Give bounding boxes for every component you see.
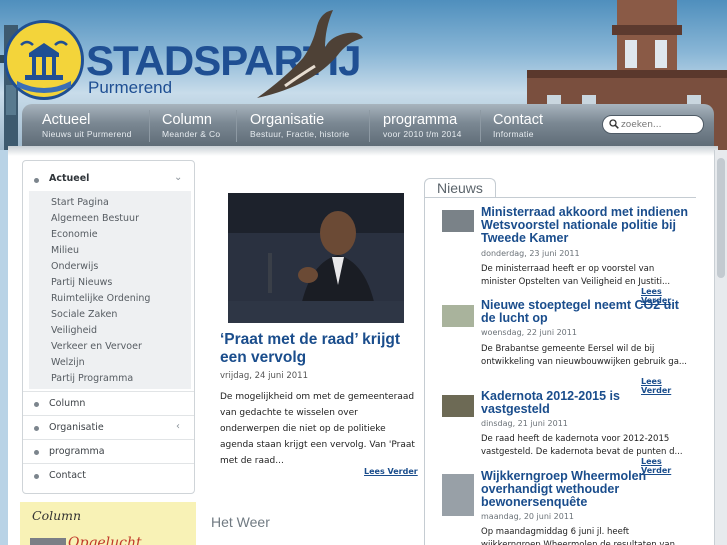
submenu-item-onderwijs[interactable]: Onderwijs [51,261,98,272]
column-thumbnail [30,538,66,545]
news-date: dinsdag, 21 juni 2011 [481,419,568,428]
submenu-item-partij-programma[interactable]: Partij Programma [51,373,133,384]
news-date: maandag, 20 juni 2011 [481,512,575,521]
page-scrollbar[interactable] [714,150,727,545]
nav-divider [149,110,150,142]
nav-sublabel: Nieuws uit Purmerend [42,129,132,139]
speaker-photo-image [228,193,404,323]
chevron-down-icon: ⌄ [174,172,183,183]
news-thumbnail[interactable] [442,305,474,327]
news-title[interactable]: Ministerraad akkoord met indienen Wetsvo… [481,206,691,245]
sidebar-item-label: Column [49,398,86,409]
logo-emblem-icon [10,26,78,94]
sidebar-menu: Actueel ⌄ Start Pagina Algemeen Bestuur … [22,160,195,494]
submenu-item-verkeer-en-vervoer[interactable]: Verkeer en Vervoer [51,341,142,352]
news-title[interactable]: Wijkkerngroep Wheermolen overhandigt wet… [481,470,691,509]
sidebar-item-column[interactable]: Column [23,391,194,415]
news-date: donderdag, 23 juni 2011 [481,249,580,258]
submenu-item-economie[interactable]: Economie [51,229,98,240]
article-body: De mogelijkheid om met de gemeenteraad v… [220,392,415,466]
nav-label: Organisatie [250,112,325,128]
nav-sublabel: Bestuur, Fractie, historie [250,129,350,139]
chevron-left-icon: ‹ [176,421,180,432]
bullet-icon [34,426,39,431]
search-icon[interactable] [609,119,619,129]
sidebar-item-organisatie[interactable]: Organisatie ‹ [23,415,194,439]
submenu-item-milieu[interactable]: Milieu [51,245,79,256]
news-body: De ministerraad heeft er op voorstel van… [481,264,671,287]
news-body: De Brabantse gemeente Eersel wil de bij … [481,344,688,367]
search-box[interactable] [602,115,704,134]
nav-divider [480,110,481,142]
bullet-icon [34,474,39,479]
main-navigation: Actueel Nieuws uit Purmerend Column Mean… [22,104,714,146]
sidebar-item-label: Contact [49,470,86,481]
nav-label: programma [383,112,458,128]
submenu-item-ruimtelijke-ordening[interactable]: Ruimtelijke Ordening [51,293,150,304]
scrollbar-thumb[interactable] [717,158,725,278]
bullet-icon [34,402,39,407]
bullet-icon [34,178,39,183]
nav-label: Column [162,112,212,128]
nav-label: Contact [493,112,543,128]
news-thumbnail[interactable] [442,474,474,516]
read-more-link[interactable]: Lees Verder [364,467,418,476]
news-title[interactable]: Kadernota 2012-2015 is vastgesteld [481,390,691,416]
news-thumbnail[interactable] [442,210,474,232]
nav-sublabel: Meander & Co [162,129,221,139]
news-body: Op maandagmiddag 6 juni jl. heeft wijkke… [481,527,676,545]
column-box: Column Opgelucht [20,502,196,545]
sidebar-item-label: programma [49,446,105,457]
nav-item-organisatie[interactable]: Organisatie Bestuur, Fractie, historie [250,112,349,139]
party-logo[interactable] [4,20,84,100]
brand-city: Purmerend [88,78,173,97]
submenu-item-veiligheid[interactable]: Veiligheid [51,325,97,336]
nav-divider [236,110,237,142]
column-box-title: Column [32,508,82,523]
tab-label: Nieuws [437,180,483,196]
news-date: woensdag, 22 juni 2011 [481,328,577,337]
nav-divider [369,110,370,142]
sidebar-item-contact[interactable]: Contact [23,463,194,487]
article-photo[interactable] [228,193,404,323]
nav-item-contact[interactable]: Contact Informatie [493,112,543,139]
sidebar-item-label: Organisatie [49,422,104,433]
search-input[interactable] [621,117,701,132]
news-title[interactable]: Nieuwe stoeptegel neemt CO2 uit de lucht… [481,299,691,325]
content-top-strip [8,146,718,156]
news-thumbnail[interactable] [442,395,474,417]
news-body: De raad heeft de kadernota voor 2012-201… [481,434,683,457]
submenu-item-algemeen-bestuur[interactable]: Algemeen Bestuur [51,213,139,224]
nav-label: Actueel [42,112,91,128]
sidebar-item-actueel[interactable]: Actueel ⌄ [23,167,194,191]
article-title[interactable]: ‘Praat met de raad’ krijgt een vervolg [220,331,416,367]
news-border [424,197,425,545]
column-teaser-link[interactable]: Opgelucht [68,535,142,545]
tab-nieuws[interactable]: Nieuws [424,178,496,198]
sidebar-item-label: Actueel [49,173,90,184]
nav-item-column[interactable]: Column Meander & Co [162,112,220,139]
submenu-item-sociale-zaken[interactable]: Sociale Zaken [51,309,117,320]
seagull-image [257,10,363,98]
submenu-item-start-pagina[interactable]: Start Pagina [51,197,109,208]
weather-heading: Het Weer [211,514,270,530]
submenu-item-partij-nieuws[interactable]: Partij Nieuws [51,277,112,288]
bullet-icon [34,450,39,455]
sidebar-item-programma[interactable]: programma [23,439,194,463]
nav-item-programma[interactable]: programma voor 2010 t/m 2014 [383,112,462,139]
sidebar-submenu: Start Pagina Algemeen Bestuur Economie M… [29,191,191,389]
nav-sublabel: Informatie [493,129,534,139]
submenu-item-welzijn[interactable]: Welzijn [51,357,85,368]
article-date: vrijdag, 24 juni 2011 [220,371,309,381]
news-divider [424,197,696,198]
nav-sublabel: voor 2010 t/m 2014 [383,129,462,139]
nav-item-actueel[interactable]: Actueel Nieuws uit Purmerend [42,112,132,139]
